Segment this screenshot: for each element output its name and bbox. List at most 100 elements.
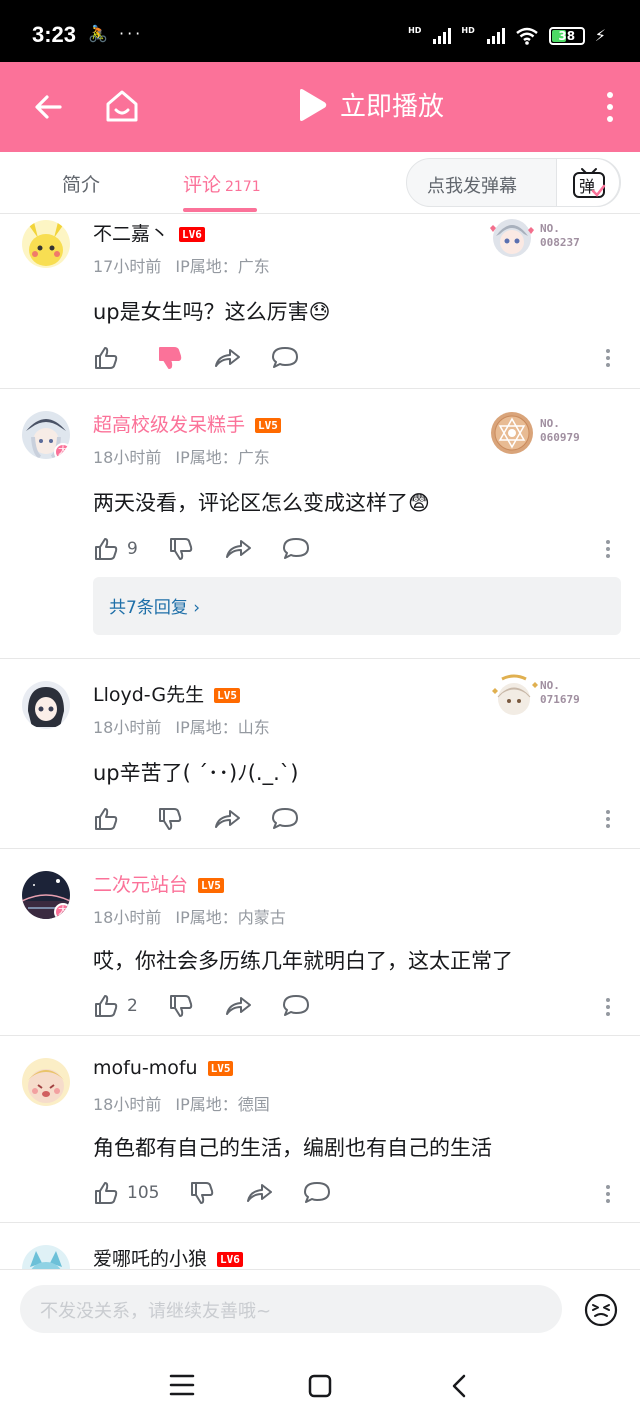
like-button[interactable] bbox=[93, 806, 127, 832]
fan-medal-emblem-icon bbox=[491, 412, 533, 454]
reply-button[interactable] bbox=[271, 806, 299, 832]
thumbs-down-icon bbox=[169, 995, 193, 1017]
fan-no-label: NO. bbox=[540, 679, 560, 692]
like-count: 2 bbox=[127, 996, 138, 1016]
avatar[interactable] bbox=[22, 1245, 70, 1269]
fan-number: NO. 060979 bbox=[540, 417, 580, 445]
fan-no-label: NO. bbox=[540, 222, 560, 235]
fan-no-value: 071679 bbox=[540, 693, 580, 706]
comment-more-icon[interactable] bbox=[606, 537, 612, 561]
fan-no-label: NO. bbox=[540, 417, 560, 430]
fan-no-value: 060979 bbox=[540, 431, 580, 444]
danmaku-toggle-button[interactable]: 弹 bbox=[556, 158, 620, 207]
dislike-button[interactable] bbox=[168, 993, 194, 1019]
reply-button[interactable] bbox=[303, 1180, 331, 1206]
like-button[interactable]: 9 bbox=[93, 536, 138, 562]
comment-username[interactable]: 爱哪吒的小狼 LV6 bbox=[93, 1244, 243, 1269]
username-text: 不二嘉丶 bbox=[93, 223, 170, 245]
like-button[interactable]: 2 bbox=[93, 993, 138, 1019]
share-button[interactable] bbox=[245, 1180, 273, 1206]
like-button[interactable]: 105 bbox=[93, 1180, 159, 1206]
comment-ip: IP属地：广东 bbox=[175, 448, 270, 467]
comment-more-icon[interactable] bbox=[606, 1182, 612, 1206]
comment-username[interactable]: mofu-mofu LV5 bbox=[93, 1057, 234, 1079]
comments-count: 2171 bbox=[225, 179, 261, 195]
level-badge: LV5 bbox=[255, 418, 281, 433]
comment-content: 哎，你社会多历练几年就明白了，这太正常了 bbox=[93, 949, 513, 973]
fan-medal: NO. 060979 bbox=[488, 409, 600, 457]
danmaku-tv-icon: 弹 bbox=[573, 168, 606, 198]
comment-username[interactable]: 不二嘉丶 LV6 bbox=[93, 219, 205, 246]
tab-comments[interactable]: 评论 2171 bbox=[183, 170, 261, 197]
replies-label: 共7条回复 › bbox=[109, 598, 201, 618]
battery-level: 38 bbox=[558, 28, 576, 43]
comment-meta: 18小时前 IP属地：广东 bbox=[93, 444, 270, 468]
username-text: Lloyd-G先生 bbox=[93, 684, 205, 706]
menu-icon[interactable] bbox=[169, 1373, 195, 1397]
battery-icon: 38 bbox=[548, 26, 585, 45]
comment-list[interactable]: 不二嘉丶 LV6 17小时前 IP属地：广东 NO. 008237 up是女生吗？这么… bbox=[0, 214, 640, 1269]
level-badge: LV5 bbox=[207, 1061, 234, 1076]
reply-button[interactable] bbox=[282, 993, 310, 1019]
tab-intro[interactable]: 简介 bbox=[62, 170, 100, 197]
comment-item: 爱哪吒的小狼 LV6 bbox=[0, 1223, 640, 1269]
dislike-button[interactable] bbox=[189, 1180, 215, 1206]
share-button[interactable] bbox=[224, 993, 252, 1019]
comment-more-icon[interactable] bbox=[606, 807, 612, 831]
status-right-icons: HD HD 38 ⚡ bbox=[408, 26, 606, 45]
avatar[interactable] bbox=[22, 220, 70, 268]
reply-button[interactable] bbox=[282, 536, 310, 562]
level-badge: LV5 bbox=[214, 688, 240, 703]
reply-button[interactable] bbox=[271, 345, 299, 371]
network-label-1: HD bbox=[408, 26, 422, 35]
comment-meta: 18小时前 IP属地：德国 bbox=[93, 1091, 270, 1115]
comment-username[interactable]: Lloyd-G先生 LV5 bbox=[93, 680, 240, 707]
danmaku-input[interactable]: 点我发弹幕 弹 bbox=[406, 158, 621, 207]
avatar[interactable]: 大 bbox=[22, 411, 70, 459]
play-now-button[interactable]: 立即播放 bbox=[296, 86, 444, 123]
dislike-button[interactable] bbox=[157, 806, 183, 832]
avatar[interactable]: 大 bbox=[22, 871, 70, 919]
view-replies-button[interactable]: 共7条回复 › bbox=[93, 577, 621, 635]
thumbs-up-icon bbox=[95, 808, 118, 830]
share-icon bbox=[247, 1184, 273, 1202]
comment-username[interactable]: 超高校级发呆糕手 LV5 bbox=[93, 410, 281, 437]
fan-number: NO. 071679 bbox=[540, 679, 580, 707]
comment-username[interactable]: 二次元站台 LV5 bbox=[93, 870, 224, 897]
notification-icons: 🚴 ··· bbox=[88, 24, 144, 43]
play-icon bbox=[300, 88, 327, 121]
back-arrow-icon[interactable] bbox=[28, 87, 68, 127]
play-now-label: 立即播放 bbox=[340, 92, 445, 122]
danmaku-placeholder: 点我发弹幕 bbox=[427, 176, 517, 197]
comment-ip: IP属地：广东 bbox=[175, 257, 270, 276]
comment-time: 18小时前 bbox=[93, 718, 162, 737]
home-icon[interactable] bbox=[102, 86, 142, 126]
comment-more-icon[interactable] bbox=[606, 995, 612, 1019]
comment-ip: IP属地：德国 bbox=[175, 1095, 270, 1114]
comment-more-icon[interactable] bbox=[606, 346, 612, 370]
dislike-button[interactable] bbox=[168, 536, 194, 562]
more-options-icon[interactable] bbox=[602, 90, 618, 124]
wifi-icon bbox=[515, 27, 538, 45]
share-button[interactable] bbox=[213, 806, 241, 832]
avatar[interactable] bbox=[22, 1058, 70, 1106]
comment-time: 18小时前 bbox=[93, 1095, 162, 1114]
username-text: 超高校级发呆糕手 bbox=[93, 414, 246, 436]
share-button[interactable] bbox=[224, 536, 252, 562]
active-tab-indicator bbox=[183, 208, 257, 212]
like-button[interactable] bbox=[93, 345, 127, 371]
comment-bubble-icon bbox=[282, 538, 309, 559]
avatar[interactable] bbox=[22, 681, 70, 729]
level-badge: LV6 bbox=[179, 227, 205, 242]
comment-actions: 105 bbox=[93, 1180, 361, 1206]
home-square-icon[interactable] bbox=[307, 1373, 333, 1399]
comment-ip: IP属地：内蒙古 bbox=[175, 908, 286, 927]
comment-item: Lloyd-G先生 LV5 18小时前 IP属地：山东 NO. 071679 up辛苦… bbox=[0, 659, 640, 849]
comment-bubble-icon bbox=[272, 808, 298, 829]
emoji-icon[interactable] bbox=[584, 1293, 618, 1327]
dislike-button[interactable] bbox=[157, 345, 183, 371]
share-button[interactable] bbox=[213, 345, 241, 371]
comment-input[interactable]: 不发没关系，请继续友善哦~ bbox=[20, 1285, 562, 1333]
system-back-icon[interactable] bbox=[448, 1373, 470, 1399]
thumbs-up-icon bbox=[95, 1182, 118, 1204]
